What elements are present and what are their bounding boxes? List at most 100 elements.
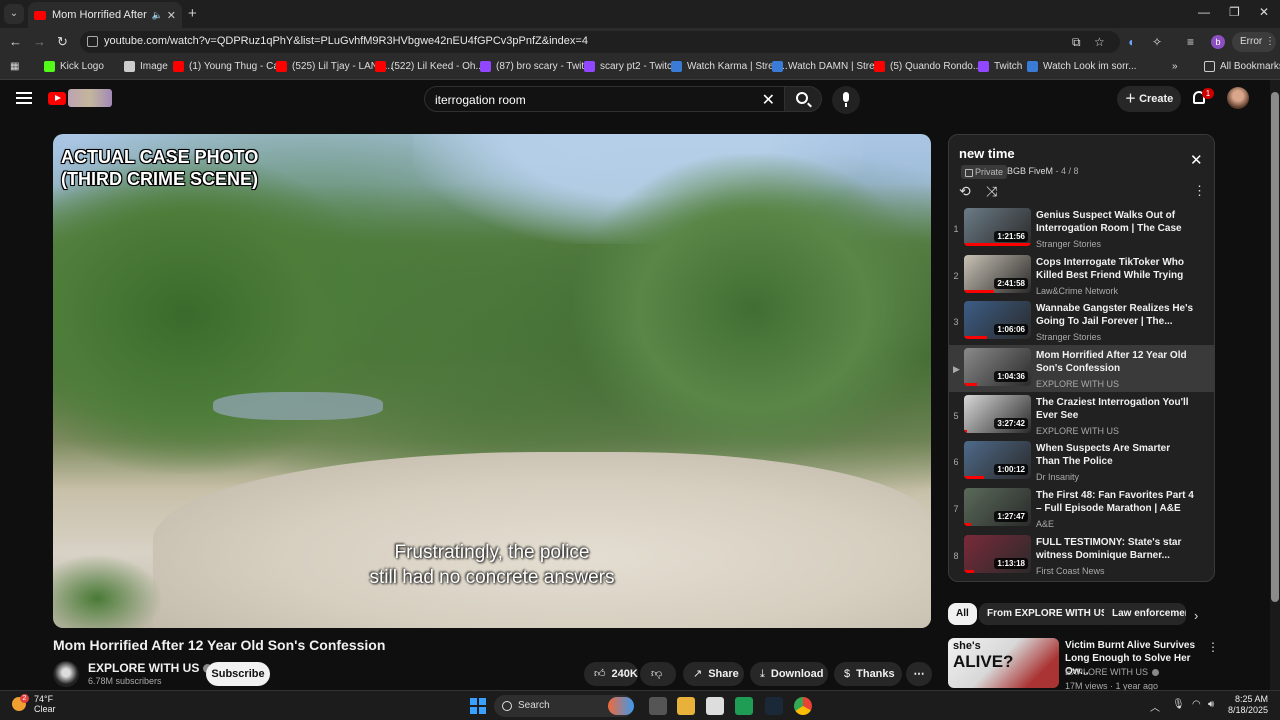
microphone-tray-icon[interactable]: 🎙︎ xyxy=(1172,699,1185,710)
bookmark-item[interactable]: (522) Lil Keed - Oh... xyxy=(375,61,484,72)
playlist-item[interactable]: ▶ 1:04:36 Mom Horrified After 12 Year Old … xyxy=(949,345,1214,392)
browser-tab-active[interactable]: Mom Horrified After 12 Year Old Son's Co… xyxy=(28,2,182,28)
download-button[interactable]: ⤓ Download xyxy=(750,662,828,686)
playlist-item-channel[interactable]: Dr Insanity xyxy=(1036,472,1079,482)
playlist-item-channel[interactable]: Stranger Stories xyxy=(1036,239,1101,249)
all-bookmarks[interactable]: All Bookmarks xyxy=(1204,61,1280,72)
owner-name[interactable]: BGB FiveM xyxy=(1007,166,1053,176)
address-bar[interactable]: youtube.com/watch?v=QDPRuz1qPhY&list=PLu… xyxy=(80,31,1120,53)
volume-icon[interactable]: 🔊︎ xyxy=(1208,699,1214,710)
recommendation-thumbnail[interactable]: she's ALIVE? xyxy=(948,638,1059,688)
apps-grid-icon[interactable]: ▦ xyxy=(10,61,19,72)
tab-search-menu-button[interactable]: ⌄ xyxy=(4,4,24,24)
playlist-item-thumbnail[interactable]: 1:00:12 xyxy=(964,441,1031,480)
recommendation-more-icon[interactable]: ⋮ xyxy=(1207,640,1219,654)
close-window-button[interactable]: ✕ xyxy=(1259,5,1269,19)
share-button[interactable]: ↗ Share xyxy=(683,662,744,686)
playlist-item-thumbnail[interactable]: 1:21:56 xyxy=(964,208,1031,246)
channel-avatar[interactable] xyxy=(53,661,79,687)
menu-icon[interactable] xyxy=(16,92,32,104)
bookmark-item[interactable]: Image xyxy=(124,61,168,72)
bookmark-item[interactable]: Watch DAMN | Stre... xyxy=(772,61,883,72)
weather-widget[interactable]: 74°F Clear xyxy=(34,694,56,714)
more-actions-button[interactable]: ⋯ xyxy=(906,662,932,686)
like-button[interactable]: 👍︎ 240K xyxy=(584,662,638,686)
error-button[interactable]: Error ⋮ xyxy=(1232,32,1276,52)
task-view-icon[interactable] xyxy=(649,697,667,715)
playlist-item-thumbnail[interactable]: 1:04:36 xyxy=(964,348,1031,387)
playlist-item[interactable]: 7 1:27:47 The First 48: Fan Favorites Part… xyxy=(949,485,1214,532)
playlist-item-channel[interactable]: First Coast News xyxy=(1036,566,1105,576)
account-avatar[interactable] xyxy=(1227,87,1249,109)
widgets-icon[interactable] xyxy=(608,697,634,715)
forward-button[interactable]: → xyxy=(33,34,46,49)
shuffle-icon[interactable]: ⤨ xyxy=(986,183,997,200)
playlist-item-thumbnail[interactable]: 1:13:18 xyxy=(964,534,1031,573)
chip-from-channel[interactable]: From EXPLORE WITH US xyxy=(979,603,1116,625)
steam-icon[interactable] xyxy=(765,697,783,715)
wifi-icon[interactable]: ◠ xyxy=(1192,699,1201,710)
playlist-item-title[interactable]: Wannabe Gangster Realizes He's Going To … xyxy=(1036,302,1194,328)
site-info-icon[interactable] xyxy=(87,36,98,47)
subscribe-button[interactable]: Subscribe xyxy=(206,662,270,686)
spreadsheet-app-icon[interactable] xyxy=(735,697,753,715)
playlist-item-title[interactable]: Genius Suspect Walks Out of Interrogatio… xyxy=(1036,209,1194,236)
back-button[interactable]: ← xyxy=(9,34,22,49)
playlist-item[interactable]: 5 3:27:42 The Craziest Interrogation You'l… xyxy=(949,392,1214,439)
channel-name[interactable]: EXPLORE WITH US xyxy=(88,661,213,675)
recommendation-channel[interactable]: EXPLORE WITH US xyxy=(1065,667,1160,677)
playlist-item-channel[interactable]: Stranger Stories xyxy=(1036,332,1101,342)
playlist-title[interactable]: new time xyxy=(959,146,1015,161)
notepad-icon[interactable] xyxy=(706,697,724,715)
chip-law-enforcement[interactable]: Law enforcement xyxy=(1104,603,1186,625)
bookmark-item[interactable]: (5) Quando Rondo... xyxy=(874,61,981,72)
bookmark-item[interactable]: Watch Karma | Strea... xyxy=(671,61,788,72)
playlist-item-title[interactable]: Cops Interrogate TikToker Who Killed Bes… xyxy=(1036,256,1194,283)
profile-avatar[interactable]: b xyxy=(1211,35,1225,49)
bookmark-item[interactable]: Watch Look im sorr... xyxy=(1027,61,1137,72)
new-tab-button[interactable]: + xyxy=(188,5,197,22)
maximize-button[interactable]: ❐ xyxy=(1229,5,1240,19)
playlist-item[interactable]: 3 1:06:06 Wannabe Gangster Realizes He's G… xyxy=(949,298,1214,345)
reload-button[interactable]: ↻ xyxy=(57,34,68,50)
thanks-button[interactable]: $ Thanks xyxy=(834,662,902,686)
install-app-icon[interactable]: ⧉ xyxy=(1072,35,1081,50)
minimize-button[interactable]: — xyxy=(1198,5,1210,19)
file-explorer-icon[interactable] xyxy=(677,697,695,715)
extensions-puzzle-icon[interactable]: ✧ xyxy=(1152,35,1162,49)
scrollbar-thumb[interactable] xyxy=(1271,92,1279,602)
playlist-item-title[interactable]: FULL TESTIMONY: State's star witness Dom… xyxy=(1036,536,1194,562)
playlist-item-title[interactable]: The First 48: Fan Favorites Part 4 – Ful… xyxy=(1036,489,1194,515)
playlist-item-channel[interactable]: A&E xyxy=(1036,519,1054,529)
bookmarks-overflow-icon[interactable]: » xyxy=(1172,61,1178,72)
tray-overflow-icon[interactable]: ︿ xyxy=(1150,699,1160,714)
create-button[interactable]: ＋ Create xyxy=(1117,86,1181,112)
loop-icon[interactable]: ⟲ xyxy=(959,183,971,200)
windows-start-icon[interactable] xyxy=(470,698,486,714)
system-clock[interactable]: 8:25 AM 8/18/2025 xyxy=(1228,694,1268,716)
chip-all[interactable]: All xyxy=(948,603,977,625)
playlist-item[interactable]: 6 1:00:12 When Suspects Are Smarter Than T… xyxy=(949,438,1214,485)
youtube-logo-icon[interactable] xyxy=(48,92,66,105)
tab-close-icon[interactable]: ✕ xyxy=(167,9,176,22)
chips-next-icon[interactable]: › xyxy=(1194,608,1198,623)
clear-search-icon[interactable]: ✕ xyxy=(762,90,775,110)
youtube-doodle-logo[interactable] xyxy=(68,89,112,107)
playlist-item[interactable]: 1 1:21:56 Genius Suspect Walks Out of Inte… xyxy=(949,205,1214,252)
bookmark-item[interactable]: Twitch xyxy=(978,61,1022,72)
playlist-item[interactable]: 2 2:41:58 Cops Interrogate TikToker Who Ki… xyxy=(949,252,1214,299)
playlist-item-thumbnail[interactable]: 3:27:42 xyxy=(964,394,1031,433)
bookmark-item[interactable]: (1) Young Thug - Ca... xyxy=(173,61,287,72)
playlist-item-title[interactable]: When Suspects Are Smarter Than The Polic… xyxy=(1036,442,1194,468)
search-button[interactable] xyxy=(784,86,822,112)
playlist-item-thumbnail[interactable]: 1:27:47 xyxy=(964,488,1031,527)
playlist-item-title[interactable]: The Craziest Interrogation You'll Ever S… xyxy=(1036,396,1194,422)
bookmark-item[interactable]: (87) bro scary - Twit... xyxy=(480,61,593,72)
playlist-item-thumbnail[interactable]: 2:41:58 xyxy=(964,254,1031,293)
bookmark-item[interactable]: Kick Logo xyxy=(44,61,104,72)
playlist-item-channel[interactable]: EXPLORE WITH US xyxy=(1036,426,1119,436)
voice-search-button[interactable] xyxy=(832,86,860,114)
playlist-item[interactable]: 8 1:13:18 FULL TESTIMONY: State's star wit… xyxy=(949,532,1214,579)
playlist-item-channel[interactable]: EXPLORE WITH US xyxy=(1036,379,1119,389)
dislike-button[interactable]: 👎︎ xyxy=(640,662,676,686)
